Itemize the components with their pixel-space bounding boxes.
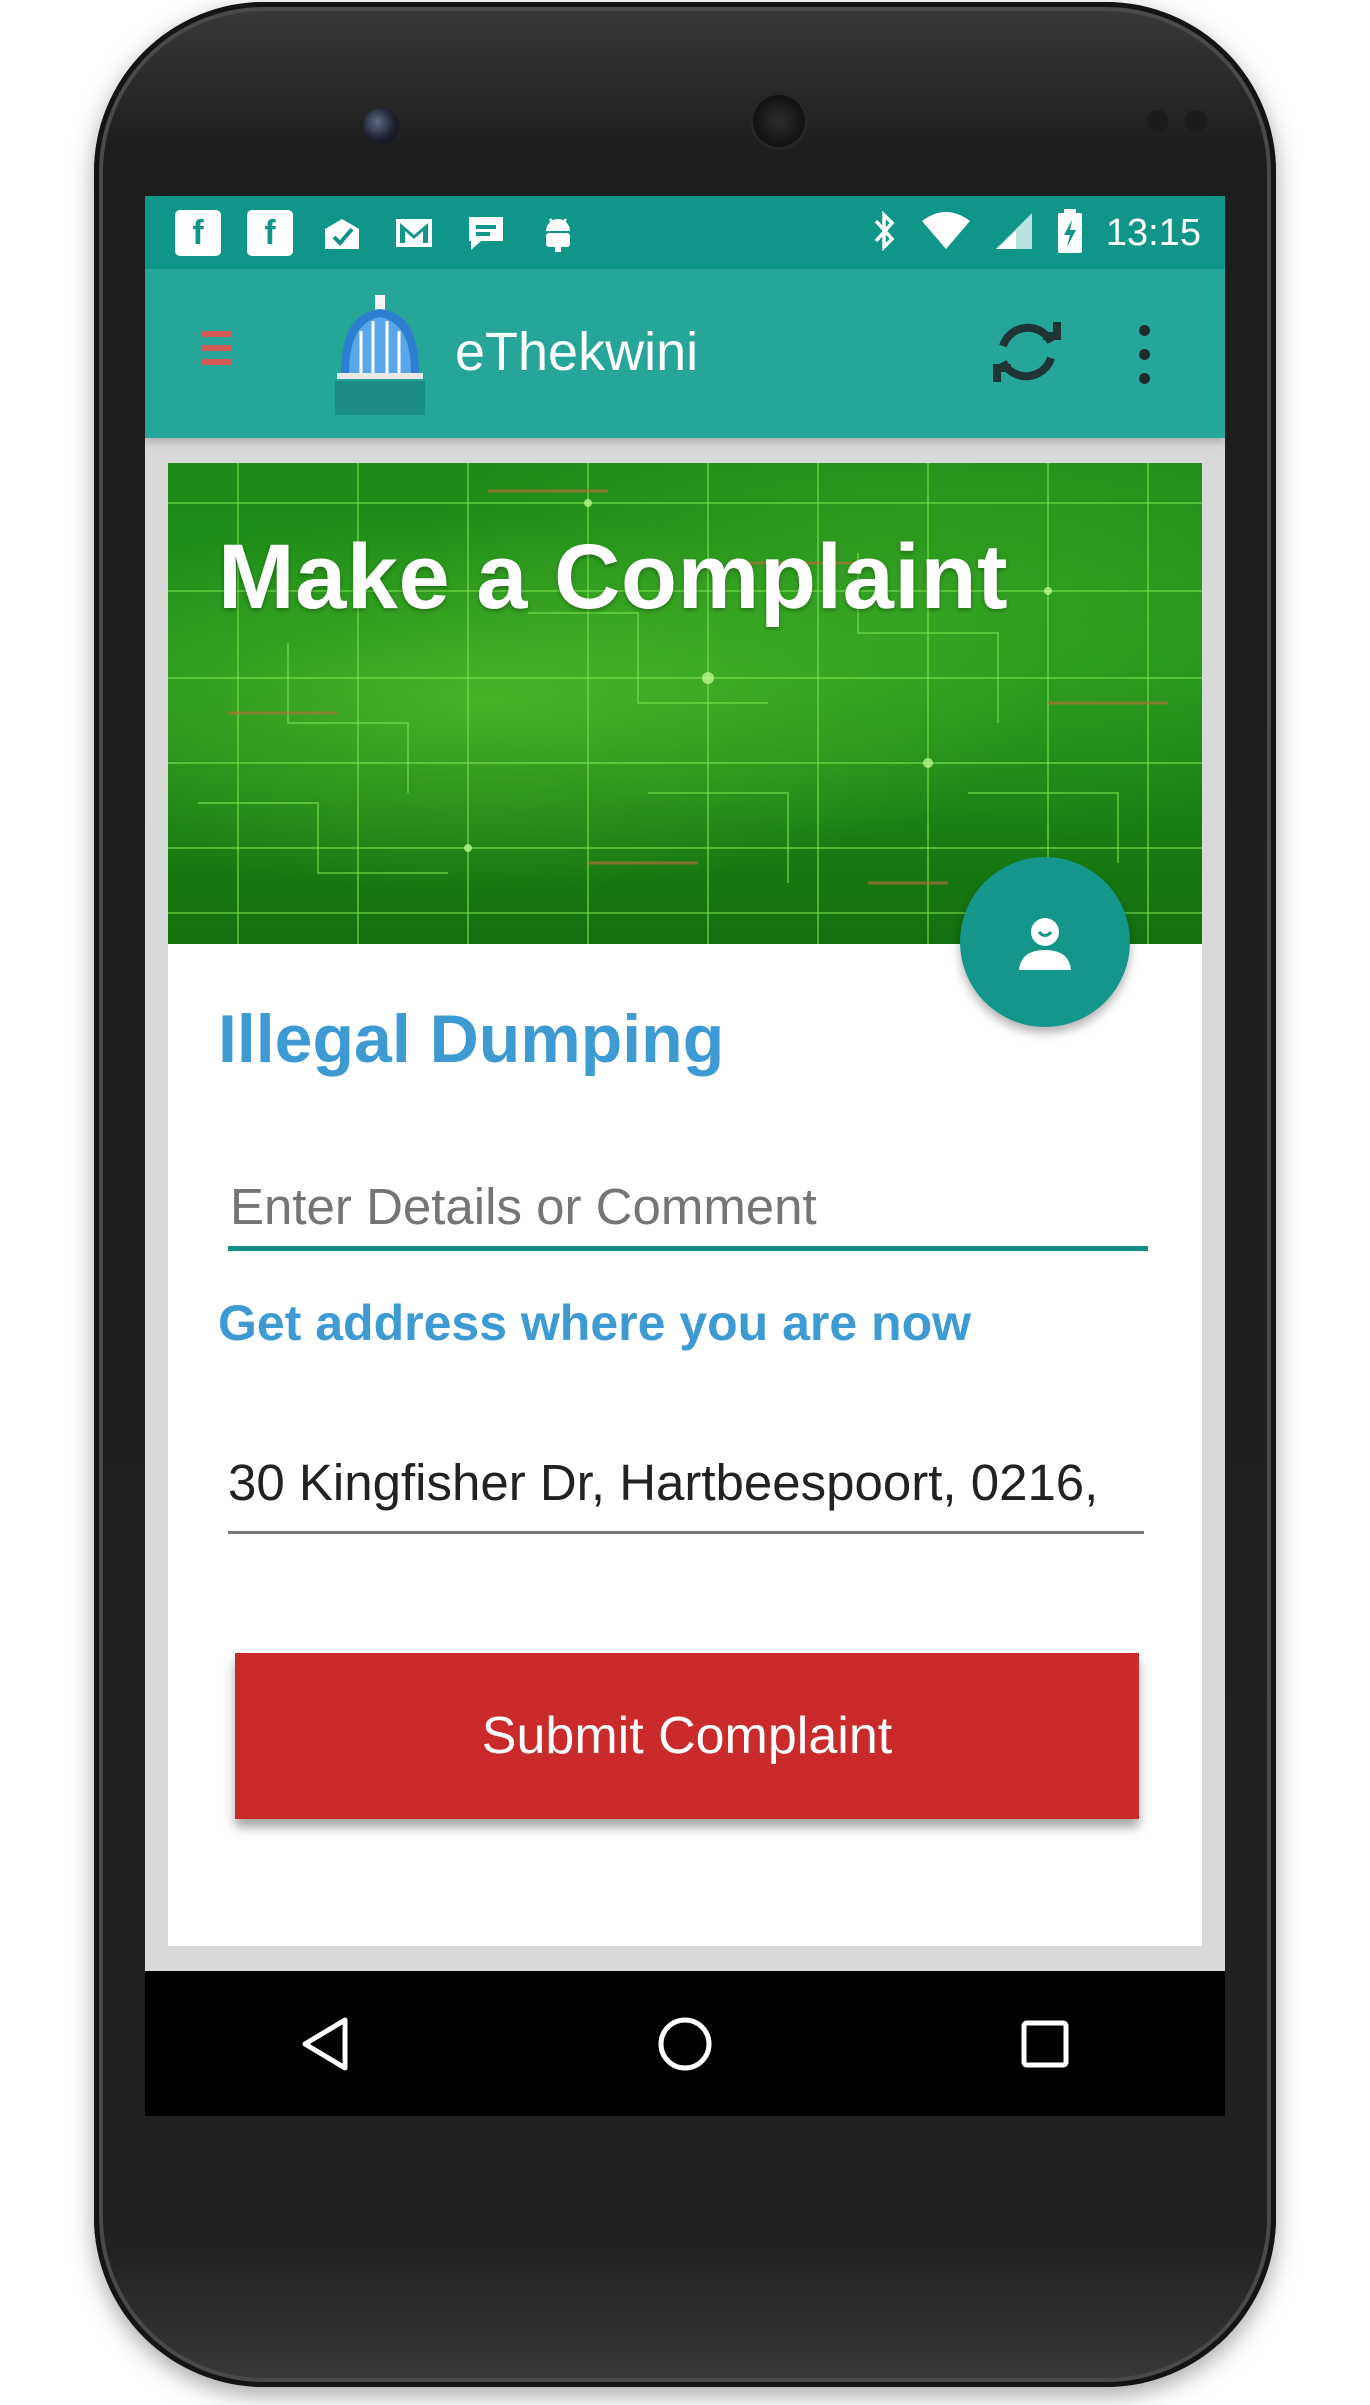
get-address-link[interactable]: Get address where you are now bbox=[218, 1294, 971, 1352]
overflow-menu-icon[interactable] bbox=[1139, 325, 1157, 397]
system-icons: 13:15 bbox=[872, 208, 1201, 258]
app-screen: f f 13:15 eThekwini Make a Complaint Ill… bbox=[145, 196, 1225, 2116]
status-bar: f f 13:15 bbox=[145, 196, 1225, 269]
bluetooth-icon bbox=[872, 209, 898, 257]
complaint-category: Illegal Dumping bbox=[218, 1001, 725, 1077]
address-field[interactable]: 30 Kingfisher Dr, Hartbeespoort, 0216, bbox=[228, 1453, 1144, 1534]
page-title: Make a Complaint bbox=[218, 526, 1009, 628]
battery-charging-icon bbox=[1056, 208, 1084, 258]
chat-icon bbox=[463, 210, 509, 256]
ethekwini-logo bbox=[335, 295, 425, 415]
submit-complaint-button[interactable]: Submit Complaint bbox=[235, 1653, 1139, 1819]
status-time: 13:15 bbox=[1105, 211, 1201, 254]
earpiece-speaker bbox=[750, 92, 808, 150]
back-icon[interactable] bbox=[280, 1999, 370, 2089]
person-icon bbox=[1019, 918, 1071, 970]
navigation-bar bbox=[145, 1971, 1225, 2116]
home-icon[interactable] bbox=[640, 1999, 730, 2089]
recents-icon[interactable] bbox=[1000, 1999, 1090, 2089]
facebook-icon: f bbox=[175, 210, 221, 256]
front-camera bbox=[363, 108, 399, 144]
app-title: eThekwini bbox=[455, 322, 699, 382]
facebook-icon: f bbox=[247, 210, 293, 256]
notification-icons: f f bbox=[175, 210, 581, 256]
app-toolbar: eThekwini bbox=[145, 269, 1225, 438]
complaint-card: Make a Complaint Illegal Dumping Get add… bbox=[168, 463, 1202, 1946]
light-sensor bbox=[1185, 110, 1207, 132]
signal-icon bbox=[994, 211, 1034, 255]
refresh-icon[interactable] bbox=[989, 314, 1065, 390]
details-input[interactable] bbox=[228, 1176, 1148, 1251]
wifi-icon bbox=[920, 211, 972, 255]
gmail-icon bbox=[391, 210, 437, 256]
profile-fab[interactable] bbox=[960, 857, 1130, 1027]
proximity-sensor bbox=[1147, 110, 1169, 132]
menu-icon[interactable] bbox=[202, 331, 232, 373]
inbox-check-icon bbox=[319, 210, 365, 256]
android-icon bbox=[535, 210, 581, 256]
